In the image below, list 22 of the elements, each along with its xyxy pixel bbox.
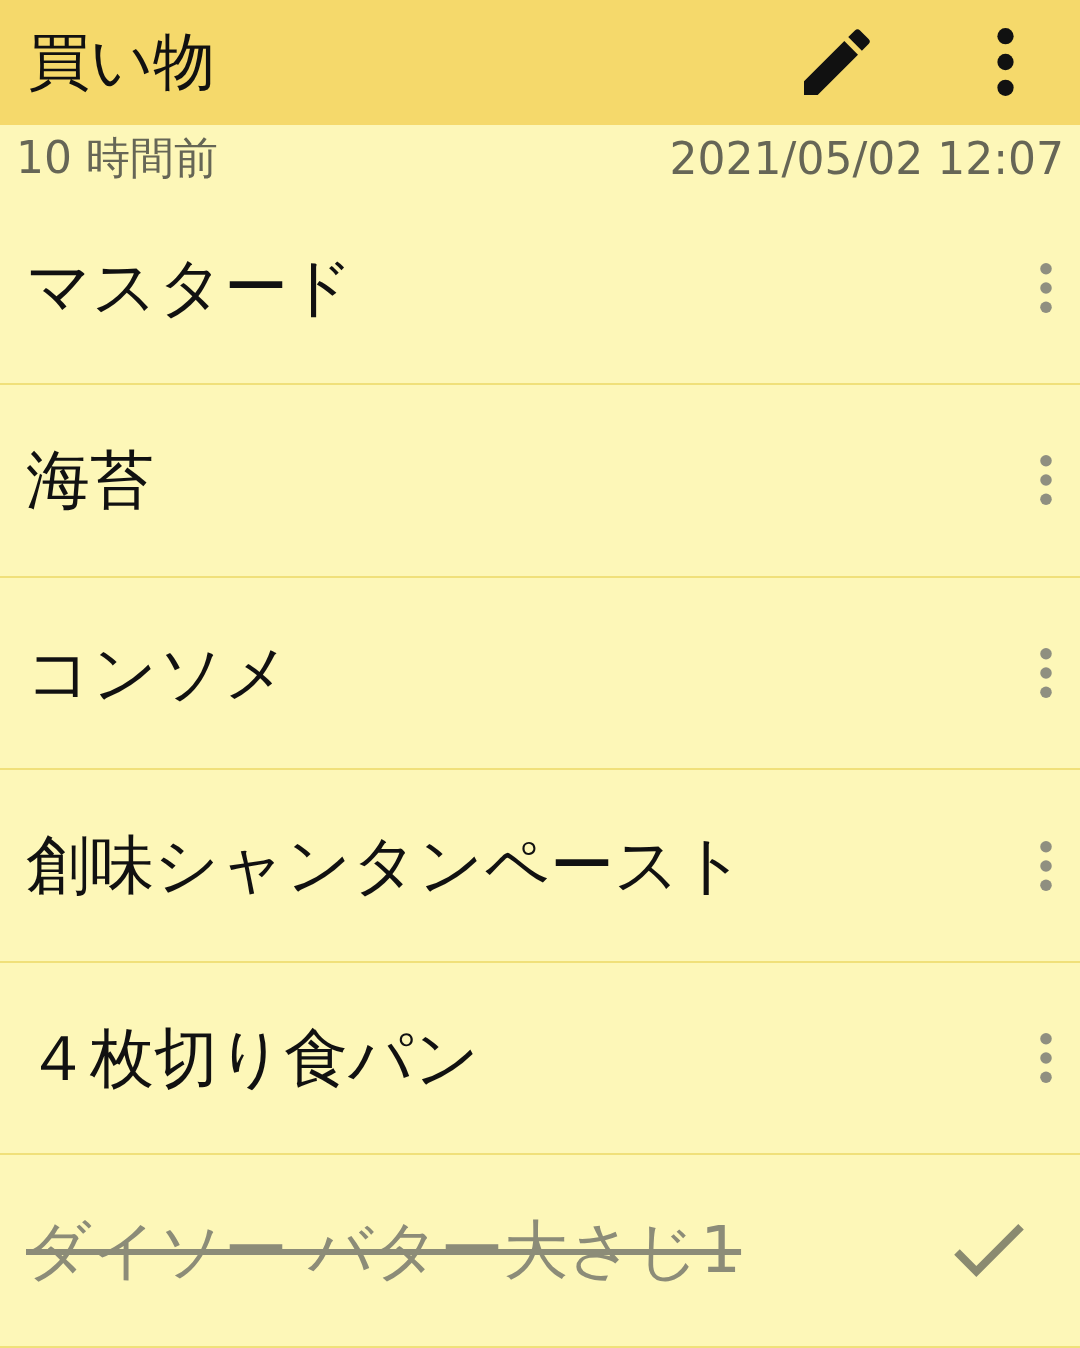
list-item[interactable]: ４枚切り食パン [0,962,1080,1156]
checkmark-icon[interactable] [954,1224,1024,1278]
more-icon[interactable] [1040,648,1052,698]
item-text: ４枚切り食パン [26,1019,481,1097]
item-text: コンソメ [26,634,291,712]
more-icon [996,28,1014,97]
list-item[interactable]: マスタード [0,192,1080,386]
item-text: マスタード [26,249,355,327]
more-icon[interactable] [1040,840,1052,891]
pencil-icon [804,29,870,96]
note-title: 買い物 [28,24,215,101]
relative-time: 10 時間前 [16,131,218,186]
list-item[interactable]: コンソメ [0,577,1080,771]
item-text: ダイソー バター大さじ1 [26,1212,743,1290]
more-icon[interactable] [1040,262,1052,313]
list-item[interactable]: 創味シャンタンペースト [0,770,1080,963]
item-text: 海苔 [26,441,155,519]
item-text: 創味シャンタンペースト [26,827,747,905]
more-icon[interactable] [1040,1033,1052,1084]
list-item[interactable]: 海苔 [0,385,1080,578]
timestamp: 2021/05/02 12:07 [669,133,1064,185]
more-icon[interactable] [1040,455,1052,506]
